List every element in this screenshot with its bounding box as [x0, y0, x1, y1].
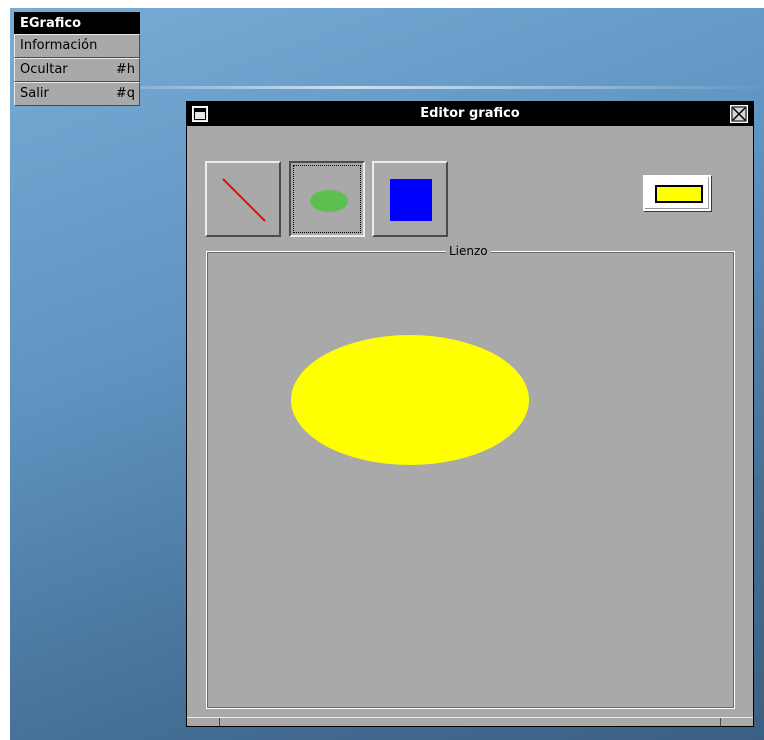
color-picker-button[interactable] [643, 175, 711, 211]
window-titlebar[interactable]: Editor grafico [187, 102, 753, 126]
canvas-label: Lienzo [446, 243, 491, 259]
menu-item-label: Ocultar [20, 62, 68, 77]
menu-item-label: Salir [20, 86, 49, 101]
window-bottom-bar [187, 717, 753, 726]
rectangle-tool-button[interactable] [372, 161, 448, 237]
app-menu-title[interactable]: EGrafico [14, 12, 140, 34]
menu-item-shortcut: #q [115, 86, 135, 101]
menu-item-shortcut: #h [115, 62, 135, 77]
window-title: Editor grafico [420, 106, 520, 121]
drawn-ellipse[interactable] [291, 335, 529, 465]
menu-item-salir[interactable]: Salir #q [14, 82, 140, 106]
ellipse-tool-button[interactable] [289, 161, 365, 237]
line-tool-button[interactable] [205, 161, 281, 237]
rectangle-icon [390, 179, 432, 221]
desktop-light-streak [70, 86, 764, 89]
current-color-swatch [655, 185, 703, 203]
menu-item-informacion[interactable]: Información [14, 34, 140, 58]
menu-item-ocultar[interactable]: Ocultar #h [14, 58, 140, 82]
app-menu: EGrafico Información Ocultar #h Salir #q [14, 12, 140, 106]
line-icon [222, 178, 266, 222]
ellipse-icon [310, 190, 348, 212]
editor-window: Editor grafico Lienzo [186, 101, 754, 727]
canvas-frame: Lienzo [206, 243, 735, 709]
close-icon[interactable] [730, 105, 748, 123]
menu-item-label: Información [20, 38, 98, 53]
